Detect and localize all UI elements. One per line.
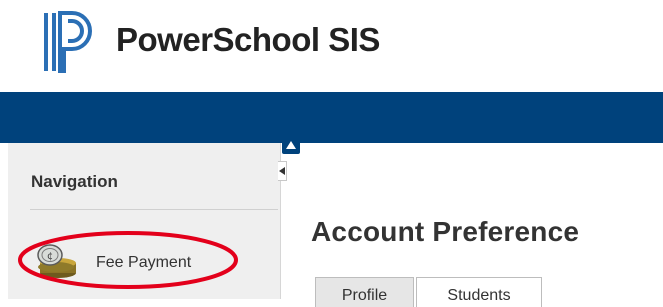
sidebar-item-label: Fee Payment (96, 254, 192, 271)
page-title: Account Preference (311, 216, 580, 247)
tab-students[interactable]: Students (416, 277, 542, 307)
triangle-up-icon (286, 141, 296, 149)
collapse-sidebar-button[interactable] (278, 161, 287, 181)
navigation-heading: Navigation (31, 172, 118, 191)
app-logo-text: PowerSchool SIS (116, 21, 380, 58)
header-logo-area: PowerSchool SIS (0, 0, 663, 92)
powerschool-logo-icon (44, 11, 92, 73)
top-navigation-bar (0, 92, 663, 143)
svg-text:¢: ¢ (47, 251, 53, 262)
navigation-divider (30, 209, 278, 210)
triangle-left-icon (279, 167, 285, 175)
tab-profile[interactable]: Profile (315, 277, 414, 307)
sidebar-item-fee-payment[interactable]: ¢ Fee Payment (30, 238, 230, 278)
coins-icon: ¢ (37, 244, 76, 278)
collapse-header-button[interactable] (282, 138, 300, 154)
